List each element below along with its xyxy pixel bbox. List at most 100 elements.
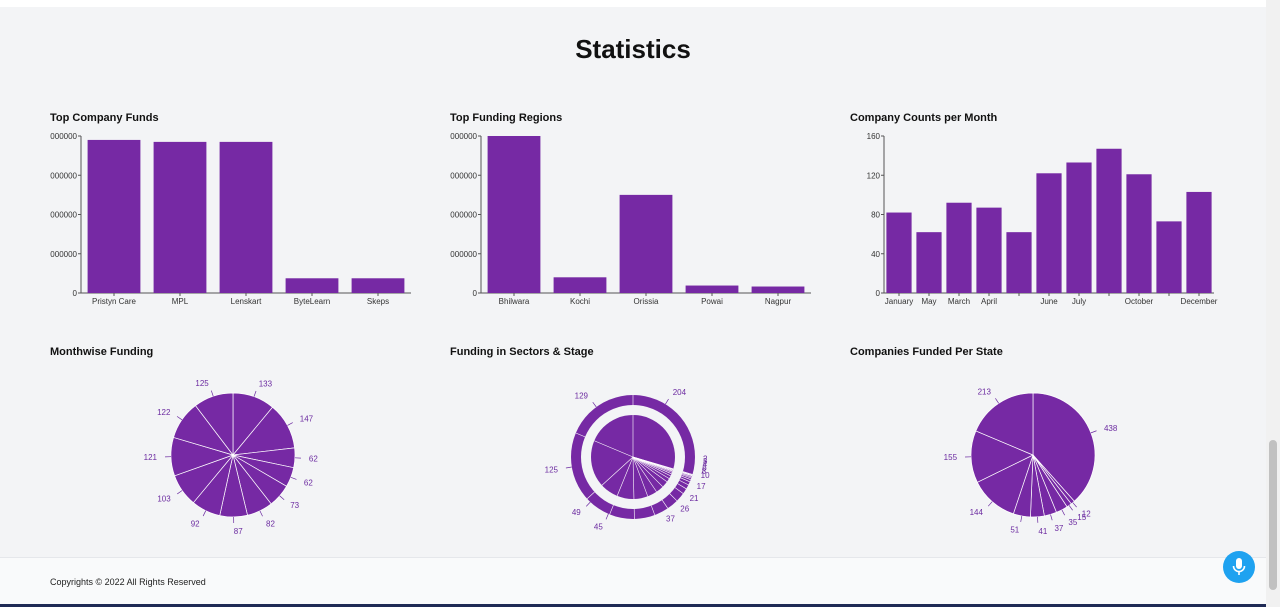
bar bbox=[1066, 162, 1092, 293]
bar bbox=[685, 285, 739, 293]
slice-label: 204 bbox=[673, 388, 687, 397]
x-tick-label: Skeps bbox=[367, 297, 389, 306]
x-tick-label: July bbox=[1072, 297, 1086, 306]
bar bbox=[1006, 232, 1032, 293]
slice-label: 45 bbox=[594, 523, 603, 532]
bar bbox=[1186, 191, 1212, 293]
label-line bbox=[1061, 509, 1065, 516]
label-line bbox=[592, 401, 597, 408]
label-line bbox=[279, 495, 285, 501]
monthwise-funding-chart: Monthwise Funding 133 147 62 62 73 82 87 92 103 1… bbox=[50, 346, 420, 546]
x-tick-label: Orissia bbox=[634, 297, 659, 306]
label-line bbox=[202, 510, 207, 517]
slice-label: 2 bbox=[703, 454, 708, 463]
x-tick-label: Kochi bbox=[570, 297, 590, 306]
label-line bbox=[1050, 514, 1053, 521]
x-tick-label: Bhilwara bbox=[499, 297, 530, 306]
slice-label: 41 bbox=[1038, 527, 1047, 536]
label-line bbox=[210, 390, 214, 397]
y-tick-label: 80 bbox=[871, 211, 880, 220]
scrollbar-thumb[interactable] bbox=[1269, 440, 1277, 590]
x-tick-label: Powai bbox=[701, 297, 723, 306]
slice-label: 121 bbox=[144, 453, 158, 462]
bar bbox=[751, 286, 805, 293]
y-tick-label: 000000 bbox=[50, 250, 77, 259]
label-line bbox=[290, 476, 297, 480]
sector-stage-chart: Funding in Sectors & Stage 204 45 49 125 129… bbox=[450, 346, 820, 546]
top-bar bbox=[0, 0, 1266, 7]
bar bbox=[553, 277, 607, 293]
label-line bbox=[605, 513, 609, 520]
bar bbox=[619, 194, 673, 293]
slice-label: 21 bbox=[690, 494, 699, 503]
y-tick-label: 000000 bbox=[450, 132, 477, 141]
label-line bbox=[1090, 430, 1097, 434]
page-title: Statistics bbox=[575, 34, 691, 64]
y-tick-label: 000000 bbox=[50, 171, 77, 180]
x-tick-label: June bbox=[1040, 297, 1058, 306]
slice-label: 82 bbox=[266, 519, 275, 528]
top-company-funds-chart: Top Company Funds 0 000000 000000 000000 000… bbox=[50, 112, 420, 312]
top-funding-regions-chart: Top Funding Regions 0 000000 000000 000000 0… bbox=[450, 112, 820, 312]
label-line bbox=[1072, 502, 1077, 508]
label-line bbox=[1068, 505, 1073, 511]
y-tick-label: 000000 bbox=[450, 171, 477, 180]
slice-label: 49 bbox=[572, 508, 581, 517]
slice-label: 133 bbox=[259, 379, 273, 388]
x-tick-label: December bbox=[1181, 297, 1218, 306]
label-line bbox=[995, 398, 999, 404]
label-line bbox=[987, 501, 993, 507]
y-tick-label: 120 bbox=[867, 171, 881, 180]
x-tick-label: May bbox=[921, 297, 936, 306]
microphone-button[interactable] bbox=[1223, 551, 1255, 583]
slice-label: 17 bbox=[697, 482, 706, 491]
x-tick-label: January bbox=[885, 297, 913, 306]
bar bbox=[946, 202, 972, 293]
slice-label: 438 bbox=[1104, 424, 1118, 433]
chart-svg: 133 147 62 62 73 82 87 92 103 121 122 125 bbox=[144, 379, 319, 536]
chart-svg: 0000000000000000000000000Pristyn Care MPL… bbox=[50, 132, 411, 306]
x-tick-label: April bbox=[981, 297, 997, 306]
slice-label: 73 bbox=[290, 501, 299, 510]
bar bbox=[1126, 174, 1152, 293]
slice-label: 62 bbox=[304, 478, 313, 487]
slice-label: 15 bbox=[1077, 513, 1086, 522]
label-line bbox=[287, 422, 293, 426]
y-tick-label: 160 bbox=[867, 132, 881, 141]
label-line bbox=[565, 466, 572, 469]
microphone-icon bbox=[1232, 558, 1246, 575]
label-line bbox=[253, 390, 257, 397]
chart-svg: 438121535374151144155213 bbox=[944, 388, 1118, 536]
label-line bbox=[259, 510, 263, 517]
chart-svg: 0 40 80 120 160 January May March April June July O… bbox=[867, 132, 1218, 306]
slice-label: 125 bbox=[545, 465, 559, 474]
label-line bbox=[585, 501, 591, 507]
bar bbox=[1096, 148, 1122, 293]
y-tick-label: 40 bbox=[871, 250, 880, 259]
y-tick-label: 0 bbox=[876, 289, 881, 298]
slice-label: 122 bbox=[157, 408, 171, 417]
label-line bbox=[176, 416, 183, 421]
bar bbox=[285, 278, 339, 293]
y-tick-label: 0 bbox=[73, 289, 78, 298]
slice-label: 37 bbox=[1054, 524, 1063, 533]
y-tick-label: 000000 bbox=[450, 211, 477, 220]
slice-label: 103 bbox=[157, 494, 171, 503]
y-tick-label: 0 bbox=[473, 289, 478, 298]
bar bbox=[153, 141, 207, 293]
x-tick-label: Nagpur bbox=[765, 297, 792, 306]
slice-label: 51 bbox=[1010, 526, 1019, 535]
bar bbox=[1156, 221, 1182, 293]
scrollbar[interactable] bbox=[1266, 0, 1280, 607]
x-tick-label: Pristyn Care bbox=[92, 297, 137, 306]
slice-label: 92 bbox=[191, 519, 200, 528]
slice-label: 87 bbox=[234, 527, 243, 536]
bar bbox=[976, 207, 1002, 293]
label-line bbox=[1020, 515, 1023, 522]
x-tick-label: October bbox=[1125, 297, 1154, 306]
slice-label: 125 bbox=[195, 379, 209, 388]
slice-label: 147 bbox=[300, 415, 314, 424]
bar bbox=[487, 136, 541, 293]
y-tick-label: 000000 bbox=[450, 250, 477, 259]
slice-label: 213 bbox=[978, 388, 992, 397]
